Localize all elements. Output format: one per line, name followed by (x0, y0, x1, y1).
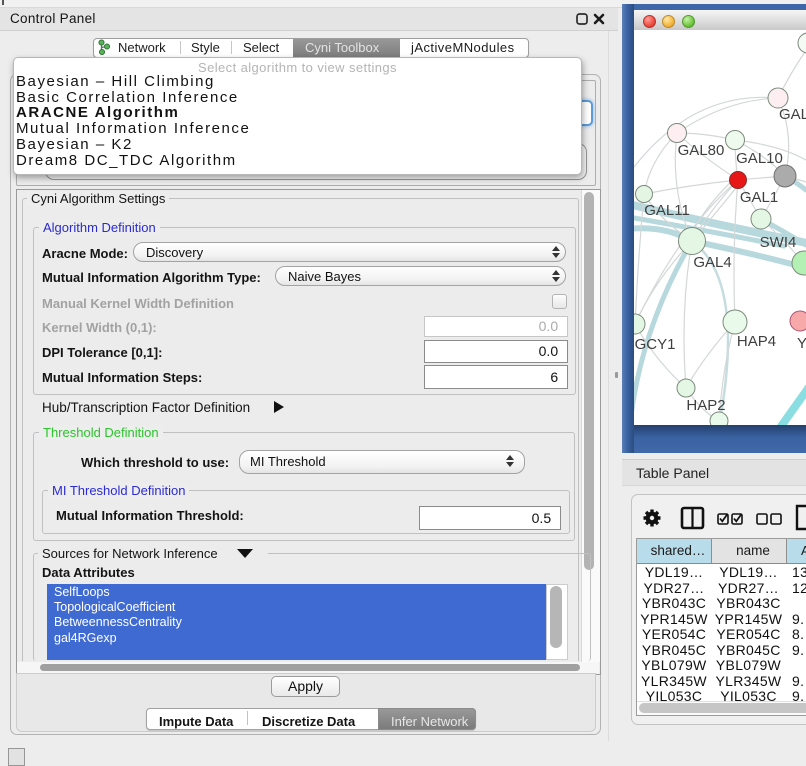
svg-text:GCY1: GCY1 (635, 336, 676, 353)
svg-text:HAP4: HAP4 (737, 333, 776, 350)
svg-text:GAL11: GAL11 (644, 202, 690, 219)
svg-text:SWI4: SWI4 (760, 234, 797, 251)
svg-text:Y: Y (797, 335, 806, 352)
svg-text:GAL1: GAL1 (740, 189, 778, 206)
svg-text:GAL2: GAL2 (779, 106, 806, 123)
svg-text:GAL4: GAL4 (693, 254, 731, 271)
svg-text:GAL10: GAL10 (736, 150, 783, 167)
svg-text:HAP2: HAP2 (686, 397, 725, 414)
svg-text:GAL80: GAL80 (678, 142, 725, 159)
